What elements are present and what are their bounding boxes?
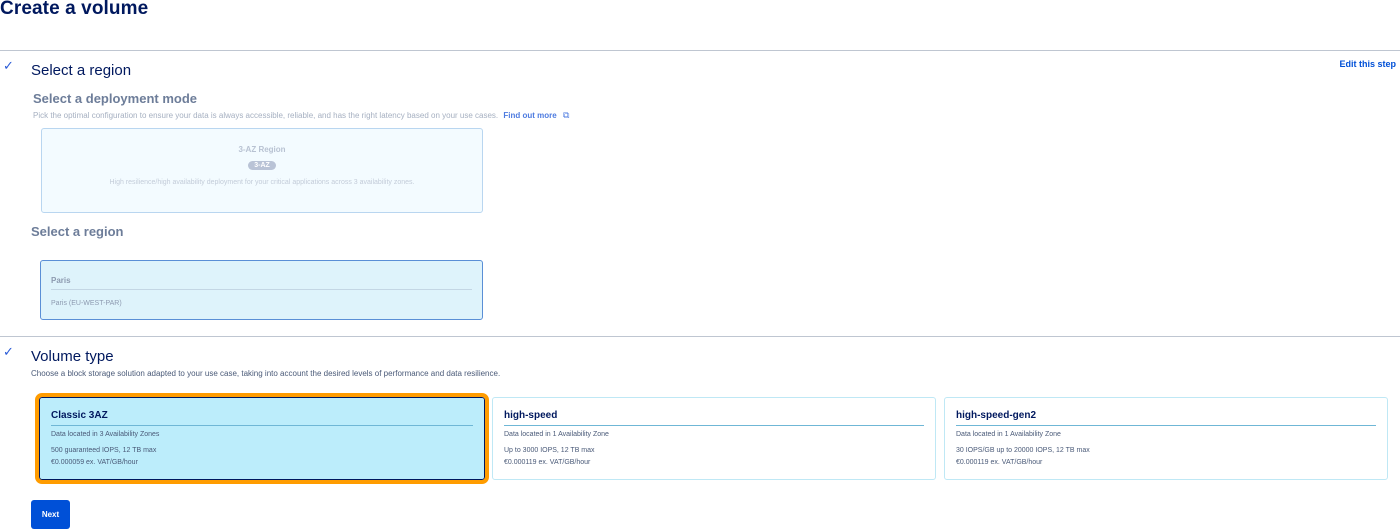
region-heading: Select a region — [31, 224, 124, 239]
volume-card-price: €0.000119 ex. VAT/GB/hour — [956, 459, 1043, 466]
volume-card-location: Data located in 1 Availability Zone — [956, 431, 1061, 438]
deployment-card-description: High resilience/high availability deploy… — [109, 179, 415, 186]
step-title-volume-type: Volume type — [31, 348, 114, 365]
volume-card-performance: Up to 3000 IOPS, 12 TB max — [504, 447, 595, 454]
region-card-code: Paris (EU-WEST-PAR) — [51, 300, 122, 307]
checkmark-icon: ✓ — [3, 58, 14, 73]
volume-card-price: €0.000119 ex. VAT/GB/hour — [504, 459, 591, 466]
region-card-paris[interactable]: Paris Paris (EU-WEST-PAR) — [40, 260, 483, 320]
volume-card-location: Data located in 1 Availability Zone — [504, 431, 609, 438]
deployment-mode-description: Pick the optimal configuration to ensure… — [33, 110, 569, 121]
region-card-separator — [51, 289, 472, 290]
deployment-description-text: Pick the optimal configuration to ensure… — [33, 111, 499, 120]
volume-card-high-speed[interactable]: high-speed Data located in 1 Availabilit… — [492, 397, 936, 480]
volume-type-description: Choose a block storage solution adapted … — [31, 369, 501, 378]
checkmark-icon: ✓ — [3, 344, 14, 359]
region-card-city: Paris — [51, 276, 71, 285]
volume-card-performance: 500 guaranteed IOPS, 12 TB max — [51, 447, 157, 454]
volume-card-name: high-speed-gen2 — [956, 410, 1037, 421]
volume-card-price: €0.000059 ex. VAT/GB/hour — [51, 459, 138, 466]
volume-card-name: Classic 3AZ — [51, 410, 108, 421]
deployment-card-name: 3-AZ Region — [238, 145, 286, 154]
external-link-icon: ⧉ — [562, 110, 570, 120]
step-title-region: Select a region — [31, 62, 132, 79]
volume-card-name: high-speed — [504, 410, 558, 421]
deployment-badge: 3-AZ — [248, 161, 276, 170]
edit-step-link[interactable]: Edit this step — [1339, 59, 1396, 69]
next-button[interactable]: Next — [31, 500, 70, 529]
volume-card-separator — [51, 425, 473, 426]
volume-card-separator — [956, 425, 1376, 426]
deployment-mode-heading: Select a deployment mode — [33, 91, 197, 106]
volume-card-location: Data located in 3 Availability Zones — [51, 431, 160, 438]
page-title: Create a volume — [0, 0, 149, 19]
volume-card-separator — [504, 425, 924, 426]
find-out-more-link[interactable]: Find out more — [503, 111, 556, 120]
divider — [0, 336, 1400, 337]
volume-card-performance: 30 IOPS/GB up to 20000 IOPS, 12 TB max — [956, 447, 1090, 454]
volume-card-classic-3az[interactable]: Classic 3AZ Data located in 3 Availabili… — [35, 393, 489, 484]
volume-card-high-speed-gen2[interactable]: high-speed-gen2 Data located in 1 Availa… — [944, 397, 1388, 480]
divider — [0, 50, 1400, 51]
deployment-card-3az[interactable]: 3-AZ Region 3-AZ High resilience/high av… — [41, 128, 483, 213]
